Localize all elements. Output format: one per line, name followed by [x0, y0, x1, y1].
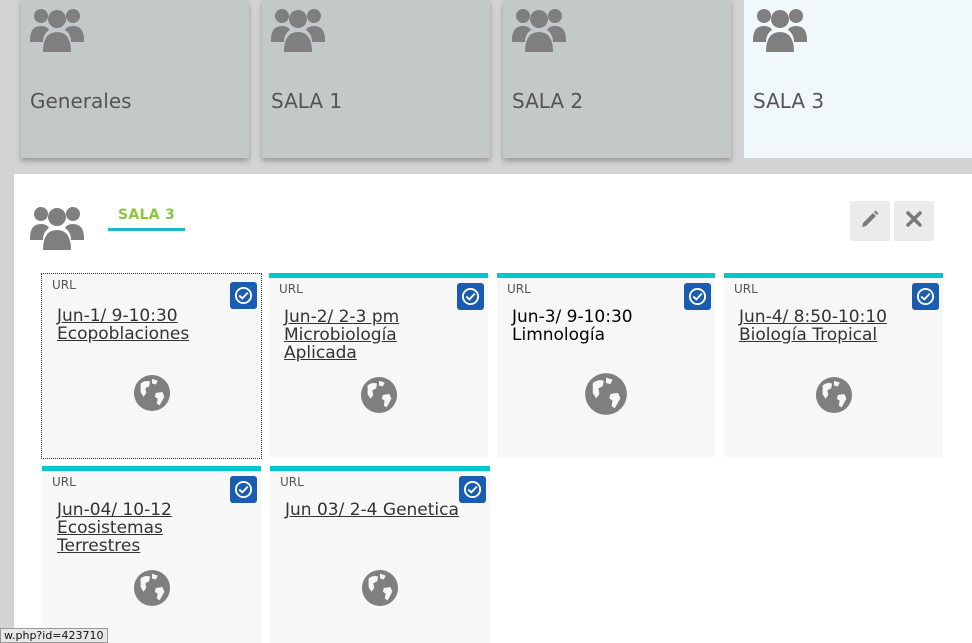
group-tile-sala-1[interactable]: SALA 1 — [262, 0, 490, 158]
globe-icon — [815, 376, 853, 418]
card-title-link[interactable]: Jun-1/ 9-10:30 Ecopoblaciones — [57, 307, 247, 343]
globe-icon — [133, 374, 171, 416]
card-type-label: URL — [734, 282, 758, 296]
card-type-label: URL — [507, 282, 531, 296]
card-title-link[interactable]: Jun-4/ 8:50-10:10 Biología Tropical — [739, 308, 929, 344]
check-circle-icon[interactable] — [230, 282, 257, 309]
group-tile-label: SALA 2 — [512, 89, 584, 113]
check-circle-icon[interactable] — [912, 283, 939, 310]
group-panel: SALA 3 URL Jun-1/ 9-10:30 Ecopoblaciones… — [14, 174, 972, 643]
card-type-label: URL — [52, 475, 76, 489]
card-title-link[interactable]: Jun-2/ 2-3 pm Microbiología Aplicada — [284, 308, 474, 362]
group-tile-generales[interactable]: Generales — [21, 0, 249, 158]
card-type-label: URL — [280, 475, 304, 489]
group-tile-sala-2[interactable]: SALA 2 — [503, 0, 731, 158]
group-tile-sala-3[interactable]: SALA 3 — [744, 0, 972, 158]
card-type-label: URL — [279, 282, 303, 296]
users-icon — [512, 2, 566, 58]
globe-icon — [133, 569, 171, 611]
check-circle-icon[interactable] — [459, 476, 486, 503]
edit-button[interactable] — [850, 201, 890, 241]
users-icon — [30, 2, 84, 58]
users-icon — [753, 2, 807, 58]
resource-card[interactable]: URL Jun-3/ 9-10:30 Limnología — [497, 273, 715, 457]
delete-button[interactable] — [894, 201, 934, 241]
check-circle-icon[interactable] — [684, 283, 711, 310]
card-title-link[interactable]: Jun-04/ 10-12 Ecosistemas Terrestres — [57, 501, 247, 555]
group-tile-label: SALA 3 — [753, 89, 825, 113]
group-tile-label: SALA 1 — [271, 89, 343, 113]
card-title-link[interactable]: Jun 03/ 2-4 Genetica — [285, 501, 475, 519]
card-title: Jun-3/ 9-10:30 Limnología — [512, 307, 633, 345]
globe-icon — [584, 372, 628, 420]
pencil-icon — [861, 210, 879, 232]
resource-card[interactable]: URL Jun 03/ 2-4 Genetica — [270, 466, 490, 643]
check-circle-icon[interactable] — [230, 476, 257, 503]
resource-card[interactable]: URL Jun-2/ 2-3 pm Microbiología Aplicada — [269, 273, 488, 457]
card-type-label: URL — [52, 278, 76, 292]
panel-title: SALA 3 — [108, 207, 186, 231]
globe-icon — [360, 376, 398, 418]
globe-icon — [361, 569, 399, 611]
link-status-tooltip: w.php?id=423710 — [0, 628, 108, 643]
check-circle-icon[interactable] — [457, 283, 484, 310]
left-gutter — [0, 174, 14, 643]
users-icon — [271, 2, 325, 58]
group-tile-label: Generales — [30, 89, 132, 113]
users-icon — [30, 200, 84, 256]
resource-card[interactable]: URL Jun-04/ 10-12 Ecosistemas Terrestres — [42, 466, 261, 643]
resource-card[interactable]: URL Jun-4/ 8:50-10:10 Biología Tropical — [724, 273, 943, 457]
close-icon — [906, 211, 922, 231]
resource-card[interactable]: URL Jun-1/ 9-10:30 Ecopoblaciones — [41, 273, 262, 459]
